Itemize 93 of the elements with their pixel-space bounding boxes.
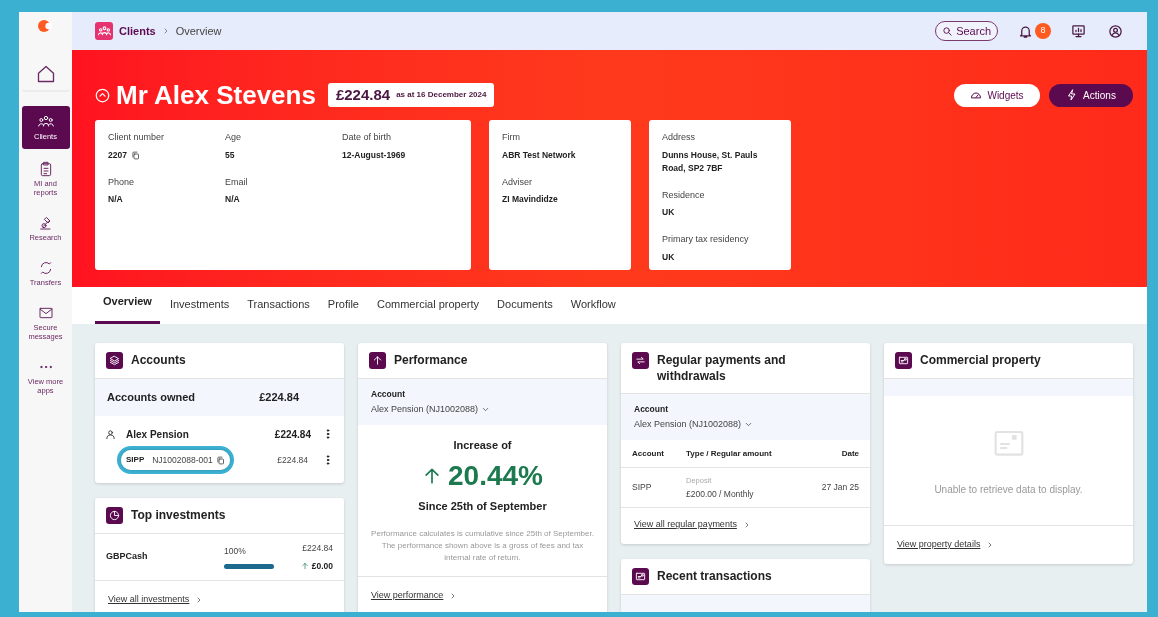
column-header: Account [632,447,665,460]
monitor-icon [1071,23,1086,39]
field-label: Date of birth [342,131,393,144]
performance-period: Since 25th of September [418,498,547,514]
notification-badge: 8 [1035,23,1051,39]
dashboard-button[interactable] [1071,23,1086,39]
widget-title: Performance [394,352,468,368]
field-value: ZI Mavindidze [502,193,558,206]
table-cell-text: SIPP [632,481,653,495]
collapse-button[interactable] [95,87,110,103]
field-label: Phone [108,175,136,189]
tab[interactable]: Investments [169,295,230,324]
account-label: Account [634,403,669,416]
tab[interactable]: Transactions [247,295,310,324]
empty-message: Unable to retrieve data to display. [934,483,1083,497]
widget-title: Recent transactions [657,567,772,584]
tab[interactable]: Workflow [570,295,616,324]
product-number: NJ1002088-001 [152,453,213,467]
copy-icon [130,150,140,160]
performance-heading: Increase of [453,438,512,454]
investment-name: GBPCash [106,550,149,564]
account-label: Account [371,388,406,401]
envelope-icon [37,305,54,321]
performance-change: 20.44% [448,458,543,493]
copy-button[interactable] [130,150,140,160]
profile-button[interactable] [1108,23,1123,39]
field-value: 2207 [108,148,127,162]
widget-title: Top investments [131,507,226,523]
field-label: Firm [502,131,521,144]
account-name: Alex Pension [126,427,190,442]
widget-title: Regular payments and withdrawals [657,352,787,384]
field-value: N/A [108,193,123,206]
field-value: ABR Test Network [502,148,576,162]
investment-value: £224.84 [302,541,333,555]
field-label: Adviser [502,175,533,189]
field-value: 12-August-1969 [342,148,406,162]
widget-title: Accounts [131,352,186,368]
column-header: Type / Regular amount [686,447,773,460]
chevron-down-icon [744,420,754,429]
field-label: Email [225,175,249,189]
chevron-up-circle-icon [95,87,110,103]
column-header: Date [841,447,859,460]
person-icon [105,428,116,440]
view-link[interactable]: View performance [371,589,594,603]
table-cell: 27 Jan 25 [821,481,859,495]
summary-value: £224.84 [259,390,299,406]
field-value: Dunns House, St. Pauls Road, SP2 7BF [662,148,759,175]
field-value: N/A [225,193,240,206]
field-label: Address [662,131,697,144]
gauge-icon [970,89,983,101]
field-value: UK [662,206,675,219]
field-value: 55 [225,148,235,162]
field-label: Age [225,131,242,144]
value-date: as at 16 December 2024 [396,89,487,101]
chevron-down-icon [481,405,491,414]
widgets-button[interactable]: Widgets [954,83,1040,107]
field-label: Client number [108,131,166,144]
copy-button[interactable] [215,455,225,465]
bell-icon [1018,23,1033,39]
search-button[interactable]: Search [935,21,998,41]
payment-amount: £200.00 / Monthly [686,488,755,501]
field-label: Residence [662,188,706,202]
widget-title: Commercial property [920,352,1041,368]
notifications-button[interactable] [1018,23,1033,39]
people-icon [37,114,54,130]
arrow-up-icon [300,561,309,570]
breadcrumb-link[interactable]: Clients [119,22,156,40]
tab[interactable]: Commercial property [377,295,480,324]
investment-change: £0.00 [311,559,333,573]
actions-button[interactable]: Actions [1049,83,1133,107]
account-value: £224.84 [274,427,311,442]
product-value: £224.84 [277,453,308,467]
account-dropdown[interactable]: Alex Pension (NJ1002088) [371,402,594,417]
copy-icon [215,455,225,465]
tab[interactable]: Profile [327,295,359,324]
field-label: Primary tax residency [662,233,750,246]
client-name: Mr Alex Stevens [116,80,316,110]
performance-note: Performance calculates is cumulative since 25th of September. The performance shown above is a gross of fees and tax internal rate of return. [370,528,595,565]
view-link[interactable]: View all regular payments [634,518,857,532]
view-link[interactable]: View property details [897,538,1120,552]
tab[interactable]: Overview [95,292,160,324]
breadcrumb-link[interactable]: Overview [175,22,222,40]
product-type: SIPP [126,454,145,466]
investment-share: 100% [224,545,247,558]
field-value: UK [662,250,675,264]
user-icon [1108,23,1123,39]
view-link[interactable]: View all investments [108,593,331,607]
home-icon [35,64,56,84]
tab[interactable]: Documents [497,295,553,324]
search-icon [942,25,954,37]
portfolio-value: £224.84 [335,84,391,105]
summary-label: Accounts owned [107,390,195,406]
account-dropdown[interactable]: Alex Pension (NJ1002088) [634,417,857,432]
